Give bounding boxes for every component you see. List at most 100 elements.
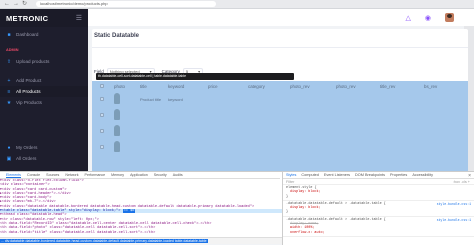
- table-header: photo title keyword price category photo…: [92, 81, 468, 91]
- table-header-cell[interactable]: price: [208, 84, 248, 89]
- css-rule-close: }: [286, 194, 289, 199]
- product-thumbnail: [114, 109, 120, 120]
- hamburger-icon[interactable]: ☰: [76, 14, 82, 22]
- tab-properties[interactable]: Properties: [390, 173, 407, 177]
- datatable-card: Static Datatable Field Nothing selected …: [92, 29, 468, 171]
- sidebar-item-all-products[interactable]: ≡ All Products: [0, 86, 88, 97]
- flask-icon[interactable]: △: [406, 14, 411, 22]
- cart-icon: ●: [7, 144, 11, 151]
- tab-dom-breakpoints[interactable]: DOM Breakpoints: [355, 173, 385, 177]
- star-icon: ★: [6, 99, 12, 106]
- table-header-cell[interactable]: photo_rev: [290, 84, 336, 89]
- tab-elements[interactable]: Elements: [6, 173, 21, 178]
- css-source-link[interactable]: style.bundle.css:1: [437, 202, 471, 206]
- browser-bar: ← → ↻ localhost/metronic/demo/products.p…: [0, 0, 474, 9]
- row-checkbox[interactable]: [100, 112, 104, 117]
- sidebar-item-label: All Orders: [16, 156, 37, 161]
- sidebar-item-upload[interactable]: ⇧ Upload products: [0, 56, 88, 67]
- bell-icon[interactable]: ◉: [425, 14, 431, 22]
- dom-node[interactable]: <th data-field="title" class="datatable-…: [0, 231, 282, 235]
- sidebar-section-label: Admin: [6, 48, 19, 52]
- tab-styles[interactable]: Styles: [286, 173, 296, 177]
- address-bar[interactable]: localhost/metronic/demo/products.php: [36, 1, 217, 7]
- table-cell: keyword: [168, 96, 183, 102]
- sidebar-item-vip-products[interactable]: ★ Vip Products: [0, 97, 88, 108]
- tab-sources[interactable]: Sources: [46, 173, 59, 177]
- product-thumbnail: [114, 93, 120, 104]
- table-row[interactable]: [92, 139, 468, 155]
- row-checkbox[interactable]: [100, 96, 104, 101]
- table-header-cell[interactable]: keyword: [168, 84, 208, 89]
- table-row[interactable]: [92, 107, 468, 123]
- table-header-cell[interactable]: photo: [114, 84, 140, 89]
- table-row[interactable]: [92, 123, 468, 139]
- sidebar-item-my-orders[interactable]: ● My Orders: [0, 142, 88, 153]
- product-thumbnail: [114, 141, 120, 152]
- sidebar-item-label: Dashboard: [16, 32, 39, 37]
- select-all-checkbox[interactable]: [100, 83, 104, 88]
- sidebar-item-label: Add Product: [16, 78, 42, 83]
- styles-filter-input[interactable]: Filter: [286, 179, 294, 184]
- selected-node-badge: == $0: [122, 209, 136, 214]
- table-cell: Product title: [140, 96, 162, 102]
- css-property[interactable]: overflow-x: auto;: [286, 231, 471, 235]
- styles-tabs: Styles Computed Event Listeners DOM Brea…: [283, 172, 474, 179]
- table-header-cell[interactable]: title: [140, 84, 168, 89]
- sidebar-item-label: My Orders: [16, 145, 38, 150]
- styles-filter-toggles[interactable]: :hov .cls +: [453, 179, 470, 184]
- css-rule-close: }: [286, 210, 289, 215]
- css-source-link[interactable]: style.bundle.css:1: [437, 218, 471, 222]
- table-header-cell[interactable]: photo_rev: [336, 84, 380, 89]
- inspect-tooltip: th.datatable-cell-sort.datatable-cell | …: [96, 73, 294, 80]
- tab-security[interactable]: Security: [154, 173, 167, 177]
- table-row[interactable]: Product title keyword: [92, 91, 468, 107]
- tab-console[interactable]: Console: [27, 173, 40, 177]
- tab-application[interactable]: Application: [130, 173, 148, 177]
- datatable: photo title keyword price category photo…: [92, 81, 468, 171]
- devtools-tabs: Elements Console Sources Network Perform…: [0, 172, 280, 179]
- sidebar-item-label: Vip Products: [16, 100, 42, 105]
- topbar: △ ◉: [88, 9, 474, 26]
- tab-network[interactable]: Network: [65, 173, 78, 177]
- tab-audits[interactable]: Audits: [173, 173, 183, 177]
- logo[interactable]: METRONIC: [6, 14, 48, 23]
- reload-icon[interactable]: ↻: [22, 1, 27, 7]
- upload-icon: ⇧: [6, 58, 12, 65]
- tab-accessibility[interactable]: Accessibility: [412, 173, 433, 177]
- row-checkbox[interactable]: [100, 128, 104, 133]
- forward-icon[interactable]: →: [13, 1, 19, 7]
- row-checkbox[interactable]: [100, 144, 104, 149]
- table-header-cell[interactable]: [100, 83, 114, 89]
- tab-event-listeners[interactable]: Event Listeners: [324, 173, 350, 177]
- brand: METRONIC ☰: [0, 9, 88, 27]
- plus-icon: +: [7, 77, 11, 84]
- avatar[interactable]: [445, 13, 454, 22]
- box-icon: ▣: [6, 155, 12, 162]
- back-icon[interactable]: ←: [4, 1, 10, 7]
- css-rule: style.bundle.css:1 .datatable.datatable-…: [283, 217, 474, 237]
- page-title: Static Datatable: [94, 33, 140, 39]
- sidebar-item-dashboard[interactable]: ■ Dashboard: [0, 29, 88, 40]
- css-rule: element.style { display: block; }: [283, 185, 474, 201]
- tab-performance[interactable]: Performance: [85, 173, 106, 177]
- sidebar-item-all-orders[interactable]: ▣ All Orders: [0, 153, 88, 164]
- sidebar: METRONIC ☰ ■ Dashboard Admin ⇧ Upload pr…: [0, 9, 88, 171]
- devtools-panel: Elements Console Sources Network Perform…: [0, 171, 474, 245]
- dom-breadcrumb: ... div.datatable.datatable-bordered.dat…: [0, 237, 282, 244]
- sidebar-item-label: All Products: [16, 89, 41, 94]
- table-header-cell[interactable]: bs_rev: [424, 84, 454, 89]
- product-thumbnail: [114, 125, 120, 136]
- tab-computed[interactable]: Computed: [301, 173, 319, 177]
- table-header-cell[interactable]: category: [248, 84, 290, 89]
- styles-pane: Styles Computed Event Listeners DOM Brea…: [282, 172, 474, 245]
- dom-tree: ▾<div class="d-flex flex-column-fluid"> …: [0, 179, 282, 237]
- sidebar-item-label: Upload products: [16, 59, 50, 64]
- close-icon[interactable]: ×: [468, 173, 471, 179]
- css-rule: style.bundle.css:1 .datatable.datatable-…: [283, 201, 474, 217]
- tab-memory[interactable]: Memory: [111, 173, 124, 177]
- list-icon: ≡: [7, 88, 11, 95]
- breadcrumb-item[interactable]: ... div.datatable.datatable-bordered.dat…: [0, 239, 208, 243]
- home-icon: ■: [7, 31, 11, 38]
- sidebar-item-add-product[interactable]: + Add Product: [0, 75, 88, 86]
- table-header-cell[interactable]: title_rev: [380, 84, 424, 89]
